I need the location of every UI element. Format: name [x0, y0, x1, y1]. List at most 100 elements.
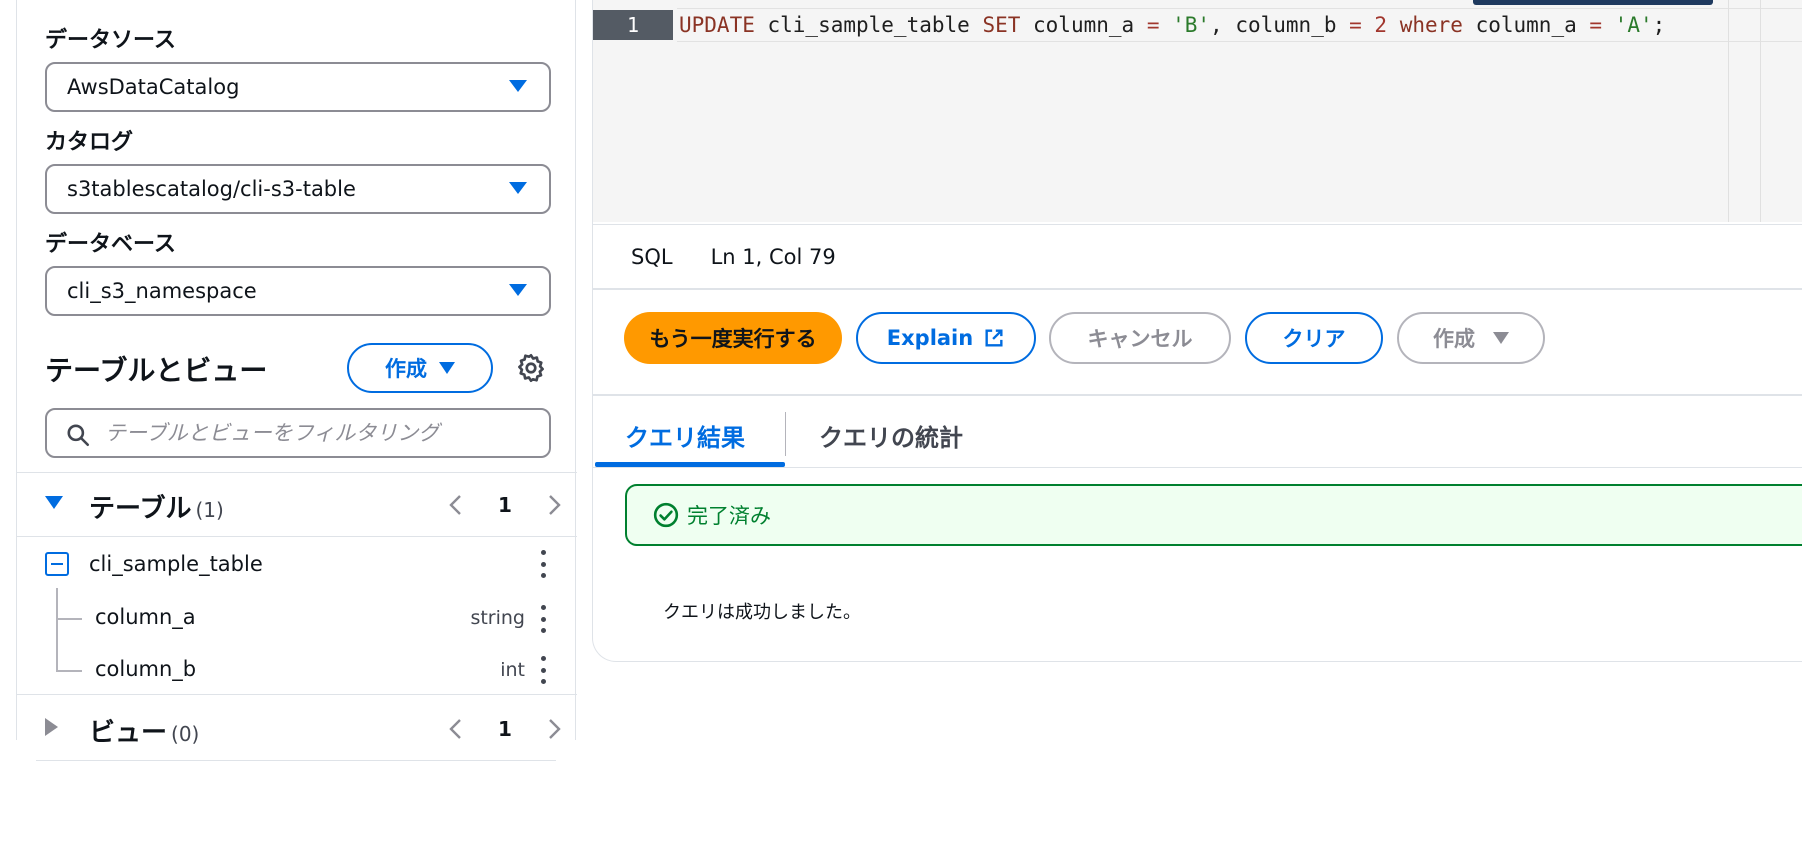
run-again-button[interactable]: もう一度実行する — [624, 312, 842, 364]
line-number: 1 — [593, 10, 673, 40]
gear-icon[interactable] — [515, 352, 547, 384]
datasource-select[interactable]: AwsDataCatalog — [45, 62, 551, 112]
sql-keyword: SET — [982, 13, 1021, 37]
chevron-left-icon[interactable] — [445, 492, 467, 518]
caret-down-icon — [509, 182, 527, 194]
sql-string: 'B' — [1159, 13, 1211, 37]
sql-keyword: UPDATE — [679, 13, 755, 37]
table-actions-icon[interactable] — [540, 550, 546, 578]
success-alert: 完了済み — [625, 484, 1802, 546]
tables-page-number[interactable]: 1 — [498, 493, 512, 517]
views-group-label: ビュー (0) — [89, 712, 199, 749]
caret-down-icon — [439, 362, 455, 374]
check-circle-icon — [653, 502, 679, 528]
column-name: column_a — [95, 605, 196, 629]
cancel-label: キャンセル — [1087, 327, 1193, 351]
clear-label: クリア — [1282, 327, 1346, 351]
status-text: 完了済み — [687, 504, 771, 528]
create-table-button[interactable]: 作成 — [347, 343, 493, 393]
cursor-position: Ln 1, Col 79 — [710, 244, 836, 269]
sql-operator: = — [1349, 13, 1362, 37]
sql-string: 'A' — [1602, 13, 1653, 37]
cancel-button[interactable]: キャンセル — [1049, 312, 1231, 364]
database-select[interactable]: cli_s3_namespace — [45, 266, 551, 316]
left-panel: データソース AwsDataCatalog カタログ s3tablescatal… — [16, 0, 577, 748]
chevron-right-icon[interactable] — [543, 716, 565, 742]
datasource-label: データソース — [45, 28, 176, 53]
divider — [17, 694, 577, 695]
divider — [17, 472, 577, 473]
database-label: データベース — [45, 232, 176, 257]
language-indicator: SQL — [631, 244, 673, 269]
external-link-icon — [985, 329, 1003, 347]
sql-text: column_a — [1462, 13, 1590, 37]
column-name: column_b — [95, 657, 197, 681]
editor-scrollbar[interactable] — [1473, 0, 1713, 5]
catalog-value: s3tablescatalog/cli-s3-table — [67, 177, 356, 201]
run-again-label: もう一度実行する — [649, 327, 817, 351]
print-margin-line — [1728, 0, 1729, 222]
column-actions-icon[interactable] — [540, 605, 546, 633]
column-type: string — [470, 607, 525, 629]
catalog-select[interactable]: s3tablescatalog/cli-s3-table — [45, 164, 551, 214]
tab-query-results[interactable]: クエリ結果 — [625, 418, 745, 453]
tables-group-label: テーブル (1) — [89, 488, 224, 525]
print-margin-line — [1760, 0, 1761, 222]
column-type: int — [500, 659, 525, 681]
create-label: 作成 — [1433, 327, 1475, 351]
tree-line — [56, 588, 58, 672]
sql-keyword: where — [1387, 13, 1463, 37]
sql-text: cli_sample_table — [754, 13, 983, 37]
collapse-table-icon[interactable] — [45, 552, 69, 576]
tables-group-header[interactable]: テーブル (1) 1 — [17, 476, 577, 532]
caret-down-icon[interactable] — [45, 496, 63, 510]
chevron-right-icon[interactable] — [543, 492, 565, 518]
database-value: cli_s3_namespace — [67, 279, 257, 303]
sql-operator: = — [1589, 13, 1603, 37]
create-button-label: 作成 — [385, 357, 427, 381]
views-page-number[interactable]: 1 — [498, 717, 512, 741]
tables-group-title: テーブル — [89, 494, 192, 524]
datasource-value: AwsDataCatalog — [67, 75, 240, 99]
caret-right-icon[interactable] — [45, 718, 59, 736]
column-actions-icon[interactable] — [540, 656, 546, 684]
chevron-left-icon[interactable] — [445, 716, 467, 742]
sql-editor[interactable]: 1 UPDATE cli_sample_table SET column_a =… — [593, 0, 1802, 222]
search-icon — [67, 424, 90, 447]
tree-line — [56, 670, 82, 672]
result-message: クエリは成功しました。 — [663, 602, 861, 623]
tables-pager: 1 — [445, 490, 565, 520]
active-tab-indicator — [595, 462, 785, 467]
caret-down-icon — [509, 284, 527, 296]
divider — [36, 760, 556, 761]
explain-label: Explain — [886, 326, 974, 350]
sql-operator: = — [1146, 13, 1160, 37]
catalog-label: カタログ — [45, 130, 134, 155]
views-group-header[interactable]: ビュー (0) 1 — [17, 700, 577, 756]
clear-button[interactable]: クリア — [1245, 312, 1383, 364]
divider — [17, 536, 577, 537]
result-tabs: クエリ結果 クエリの統計 — [593, 398, 1802, 468]
caret-down-icon — [509, 80, 527, 92]
views-pager: 1 — [445, 714, 565, 744]
tab-separator — [785, 412, 786, 456]
tables-count: (1) — [195, 498, 224, 522]
views-count: (0) — [171, 722, 200, 746]
sql-text: , column_b — [1210, 13, 1350, 37]
query-actions: もう一度実行する Explain キャンセル クリア 作成 — [593, 292, 1802, 396]
query-panel: 1 UPDATE cli_sample_table SET column_a =… — [592, 0, 1802, 662]
tree-line — [56, 618, 82, 620]
table-name[interactable]: cli_sample_table — [89, 552, 263, 576]
sql-number: 2 — [1361, 13, 1388, 37]
editor-status-bar: SQL Ln 1, Col 79 — [593, 224, 1802, 290]
explain-button[interactable]: Explain — [856, 312, 1036, 364]
filter-input[interactable] — [105, 421, 535, 445]
sql-text: column_a — [1020, 13, 1147, 37]
sql-code-line[interactable]: UPDATE cli_sample_table SET column_a = '… — [679, 10, 1665, 40]
tables-views-title: テーブルとビュー — [45, 354, 268, 387]
caret-down-icon — [1493, 332, 1509, 344]
tab-query-stats[interactable]: クエリの統計 — [819, 418, 963, 453]
filter-search[interactable] — [45, 408, 551, 458]
create-button[interactable]: 作成 — [1397, 312, 1545, 364]
views-group-title: ビュー — [89, 718, 168, 748]
